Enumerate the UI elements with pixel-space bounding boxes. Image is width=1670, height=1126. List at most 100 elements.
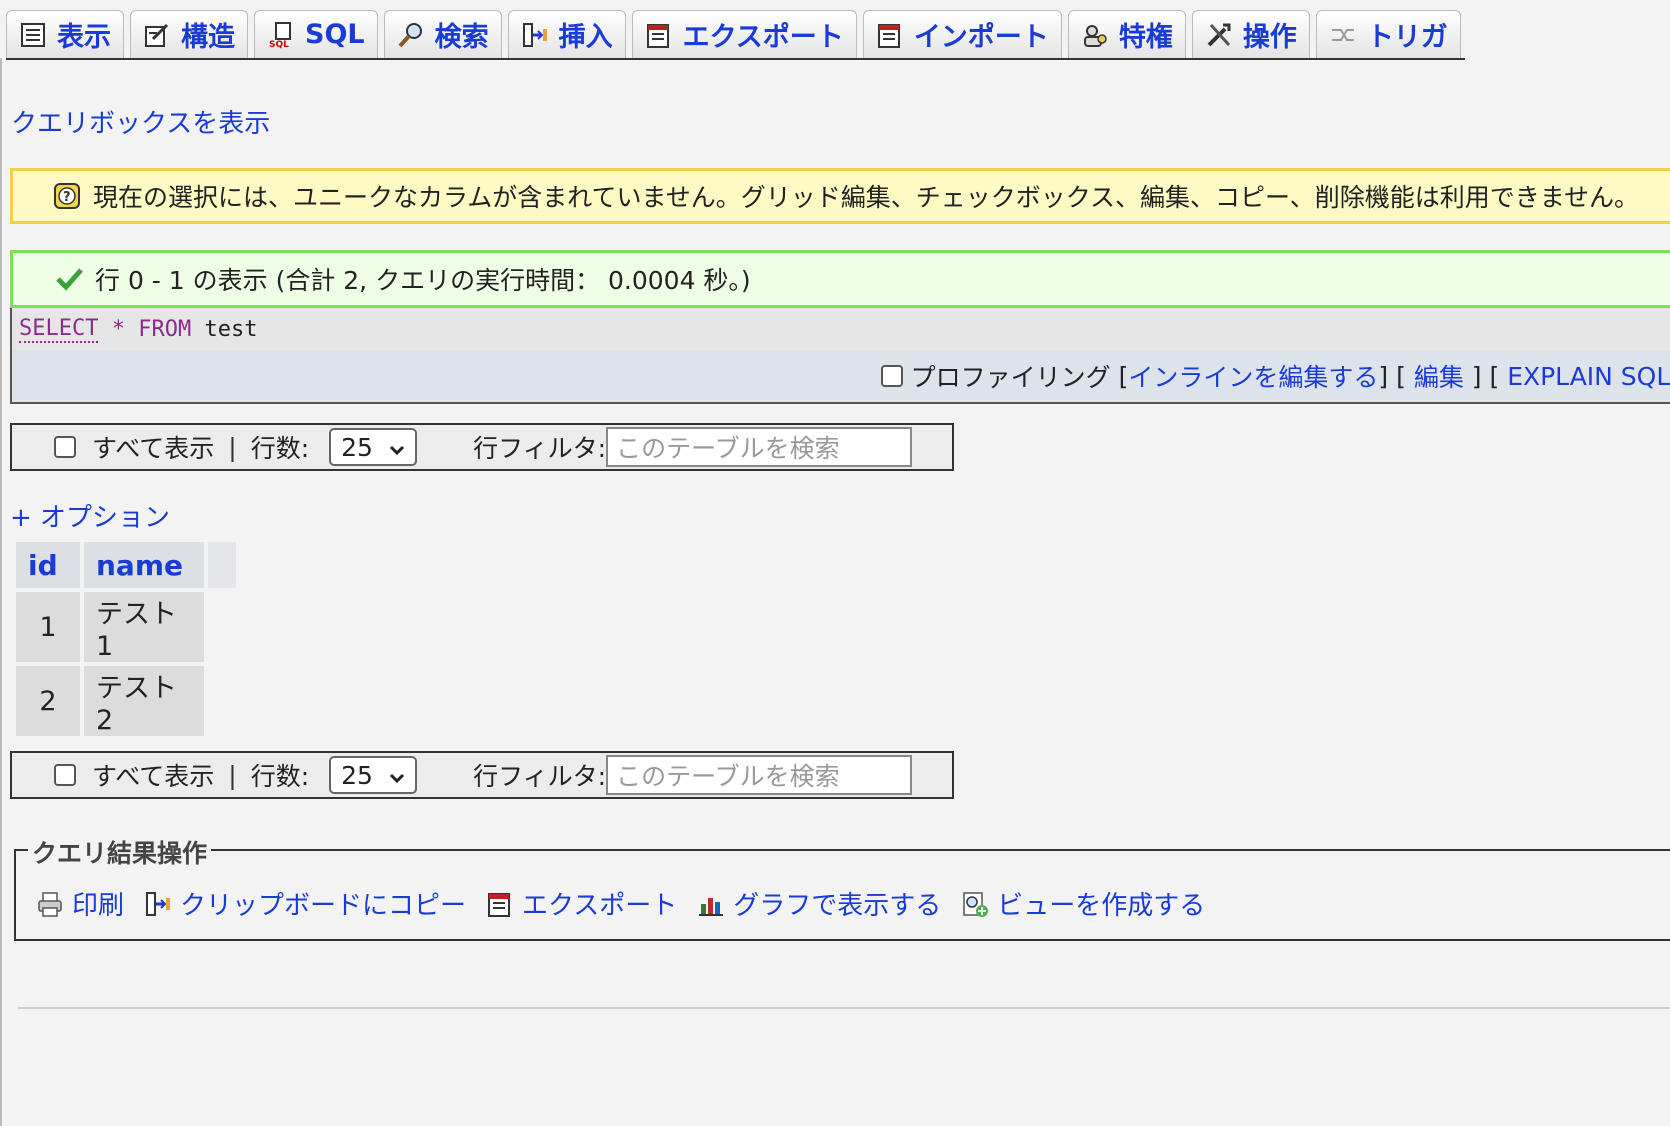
print-link[interactable]: 印刷 — [36, 885, 124, 922]
chevron-down-icon — [389, 433, 405, 462]
svg-text:SQL: SQL — [269, 40, 289, 49]
profiling-label: プロファイリング — [910, 363, 1111, 392]
success-text: 行 0 - 1 の表示 (合計 2, クエリの実行時間： 0.0004 秒。) — [95, 266, 751, 295]
operations-legend: クエリ結果操作 — [28, 834, 212, 870]
query-result-operations: クエリ結果操作 印刷 クリップボードにコピー エクスポート グラフで表示する ビ… — [14, 834, 1670, 941]
success-message: 行 0 - 1 の表示 (合計 2, クエリの実行時間： 0.0004 秒。) — [10, 250, 1670, 308]
export-icon — [645, 21, 673, 49]
column-header-spacer — [208, 542, 236, 588]
copy-to-clipboard-label: クリップボードにコピー — [180, 891, 467, 921]
tab-export[interactable]: エクスポート — [631, 10, 857, 58]
show-query-box-link[interactable]: クエリボックスを表示 — [11, 103, 270, 140]
rows-select[interactable]: 25 — [329, 756, 418, 794]
tab-label: 検索 — [434, 22, 489, 53]
copy-to-clipboard-link[interactable]: クリップボードにコピー — [144, 885, 466, 922]
question-icon: ? — [53, 182, 81, 210]
display-chart-label: グラフで表示する — [733, 891, 942, 921]
rows-value: 25 — [341, 432, 373, 462]
tab-label: 特権 — [1118, 22, 1173, 53]
print-icon — [36, 890, 64, 918]
sql-code: SELECT * FROM test — [12, 308, 1670, 350]
explain-link[interactable]: EXPLAIN SQL — [1507, 362, 1670, 391]
filter-placeholder: このテーブルを検索 — [616, 762, 840, 791]
tab-operations[interactable]: 操作 — [1191, 10, 1310, 58]
operations-list: 印刷 クリップボードにコピー エクスポート グラフで表示する ビューを作成する — [36, 885, 1225, 922]
sql-tools: プロファイリング [インラインを編集する] [ 編集 ] [ EXPLAIN S… — [12, 350, 1670, 402]
notice-message: ? 現在の選択には、ユニークなカラムが含まれていません。グリッド編集、チェックボ… — [10, 168, 1670, 224]
separator: | — [228, 432, 237, 462]
tab-label: インポート — [913, 22, 1049, 53]
filter-placeholder: このテーブルを検索 — [616, 434, 840, 463]
left-border — [0, 58, 2, 1126]
search-icon — [397, 21, 425, 49]
show-all-label: すべて表示 — [92, 762, 215, 791]
sql-select-keyword[interactable]: SELECT — [19, 316, 99, 343]
column-header-name[interactable]: name — [84, 542, 204, 588]
display-chart-link[interactable]: グラフで表示する — [697, 885, 941, 922]
show-all-checkbox[interactable] — [54, 436, 76, 458]
table-browse-icon — [19, 21, 47, 49]
clipboard-icon — [144, 890, 172, 918]
chevron-down-icon — [389, 761, 405, 790]
notice-text: 現在の選択には、ユニークなカラムが含まれていません。グリッド編集、チェックボック… — [93, 183, 1640, 212]
tab-sql[interactable]: SQL SQL — [254, 10, 378, 58]
tab-insert[interactable]: 挿入 — [507, 10, 626, 58]
checkmark-icon — [55, 265, 83, 293]
tab-triggers[interactable]: トリガ — [1315, 10, 1461, 58]
filter-input[interactable]: このテーブルを検索 — [606, 427, 913, 467]
separator: | — [228, 760, 237, 790]
show-all-label: すべて表示 — [92, 434, 215, 463]
table-row: 2 テスト2 — [16, 666, 236, 736]
sql-icon: SQL — [267, 21, 295, 49]
tab-import[interactable]: インポート — [862, 10, 1062, 58]
tab-label: 構造 — [181, 22, 235, 53]
table-row: 1 テスト1 — [16, 592, 236, 662]
divider — [18, 1007, 1670, 1009]
privileges-icon — [1081, 21, 1109, 49]
rows-label: 行数: — [250, 434, 310, 463]
sql-star: * — [111, 316, 125, 342]
navigation-bar-bottom: すべて表示 | 行数: 25 行フィルタ: このテーブルを検索 — [10, 751, 954, 799]
tab-label: 操作 — [1242, 22, 1297, 53]
column-header-id[interactable]: id — [16, 542, 80, 588]
tab-privileges[interactable]: 特権 — [1067, 10, 1186, 58]
rows-select[interactable]: 25 — [329, 428, 418, 466]
tab-search[interactable]: 検索 — [383, 10, 502, 58]
export-link[interactable]: エクスポート — [486, 885, 677, 922]
options-link[interactable]: + オプション — [10, 497, 170, 534]
svg-text:?: ? — [63, 190, 71, 205]
rows-value: 25 — [341, 760, 373, 790]
operations-icon — [1205, 21, 1233, 49]
cell-id: 1 — [16, 592, 80, 662]
cell-name: テスト1 — [84, 592, 204, 662]
tab-label: 表示 — [57, 22, 111, 53]
tab-structure[interactable]: 構造 — [130, 10, 248, 58]
tab-label: トリガ — [1366, 22, 1448, 53]
rows-label: 行数: — [250, 762, 310, 791]
chart-icon — [697, 890, 725, 918]
triggers-icon — [1329, 21, 1357, 49]
create-view-label: ビューを作成する — [997, 891, 1206, 921]
edit-link[interactable]: 編集 — [1414, 358, 1464, 394]
tab-browse[interactable]: 表示 — [6, 10, 124, 58]
results-table: id name 1 テスト1 2 テスト2 — [12, 538, 240, 740]
table-header-row: id name — [16, 542, 236, 588]
sql-from-keyword: FROM — [138, 316, 192, 342]
profiling-checkbox[interactable] — [880, 365, 903, 387]
show-all-checkbox[interactable] — [54, 764, 76, 786]
inline-edit-link[interactable]: インラインを編集する — [1128, 358, 1378, 394]
structure-icon — [143, 21, 171, 49]
cell-id: 2 — [16, 666, 80, 736]
export-label: エクスポート — [522, 891, 678, 921]
filter-input[interactable]: このテーブルを検索 — [606, 755, 913, 795]
sql-table-name: test — [204, 316, 258, 342]
tab-label: エクスポート — [682, 22, 844, 53]
cell-name: テスト2 — [84, 666, 204, 736]
filter-label: 行フィルタ: — [473, 434, 607, 463]
create-view-icon — [961, 890, 989, 918]
export-icon — [486, 890, 514, 918]
navigation-bar-top: すべて表示 | 行数: 25 行フィルタ: このテーブルを検索 — [10, 423, 954, 471]
sql-query-box: SELECT * FROM test プロファイリング [インラインを編集する]… — [10, 308, 1670, 404]
create-view-link[interactable]: ビューを作成する — [961, 885, 1205, 922]
table-tabs: 表示 構造 SQL SQL 検索 挿入 エクスポート インポート 特権 操作 ト… — [6, 8, 1465, 60]
